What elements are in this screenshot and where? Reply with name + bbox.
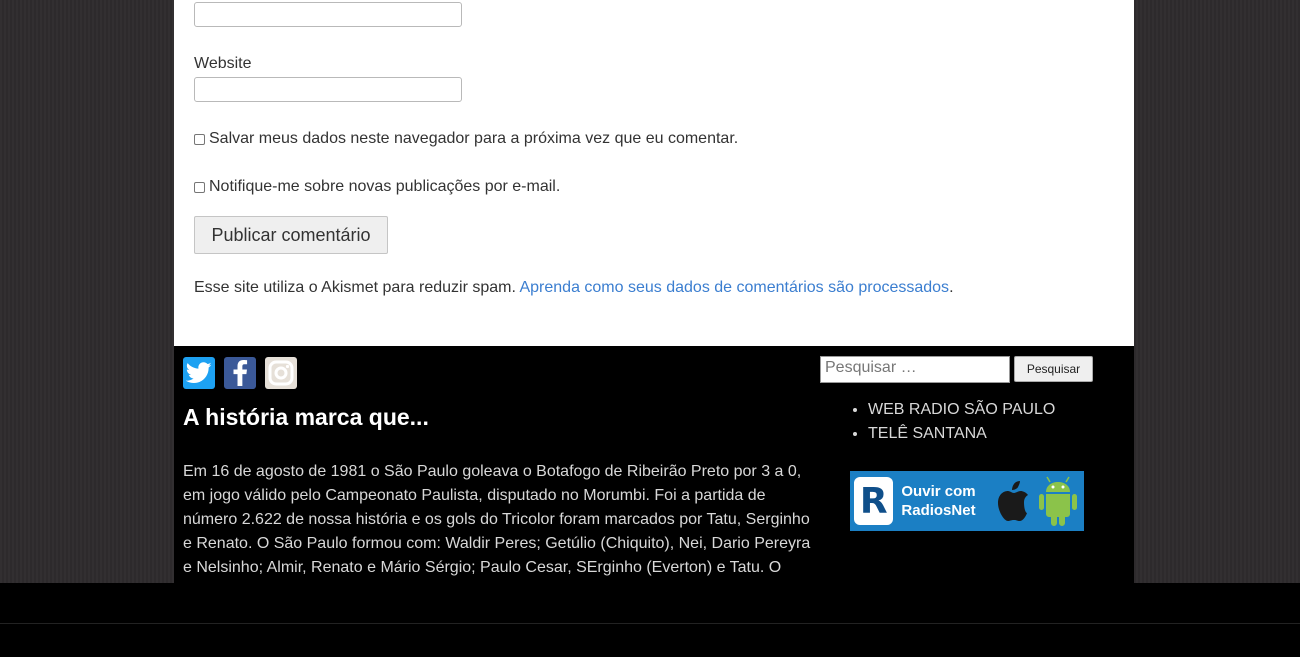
history-widget-title: A história marca que... — [183, 404, 429, 430]
save-data-label: Salvar meus dados neste navegador para a… — [209, 130, 739, 147]
notify-option[interactable]: Notifique-me sobre novas publicações por… — [194, 178, 560, 196]
radiosnet-line2: RadiosNet — [901, 502, 976, 519]
search-input[interactable]: Pesquisar … — [820, 356, 1010, 383]
history-widget-text: Em 16 de agosto de 1981 o São Paulo gole… — [183, 463, 811, 576]
radiosnet-logo: R — [854, 477, 894, 525]
notify-checkbox[interactable] — [194, 181, 205, 193]
bottom-divider — [0, 623, 1300, 624]
app-store-icons — [992, 476, 1080, 526]
akismet-period: . — [949, 279, 954, 296]
website-field[interactable] — [194, 77, 462, 102]
website-label: Website — [194, 55, 252, 72]
social-links — [183, 357, 297, 389]
site-footer: A história marca que... Em 16 de agosto … — [174, 346, 1134, 583]
footer-links: WEB RADIO SÃO PAULO TELÊ SANTANA — [850, 398, 1055, 446]
akismet-text: Esse site utiliza o Akismet para reduzir… — [194, 279, 516, 296]
twitter-icon[interactable] — [183, 357, 215, 389]
android-icon — [1039, 476, 1077, 526]
link-web-radio[interactable]: WEB RADIO SÃO PAULO — [868, 398, 1055, 422]
comment-form-card: Website Salvar meus dados neste navegado… — [174, 0, 1134, 346]
akismet-notice: Esse site utiliza o Akismet para reduzir… — [194, 279, 954, 297]
radiosnet-badge[interactable]: R Ouvir com RadiosNet — [850, 471, 1084, 531]
instagram-icon[interactable] — [265, 357, 297, 389]
radiosnet-text: Ouvir com RadiosNet — [901, 482, 992, 520]
email-field[interactable] — [194, 2, 462, 27]
apple-icon — [998, 481, 1028, 521]
save-data-option[interactable]: Salvar meus dados neste navegador para a… — [194, 130, 738, 148]
akismet-privacy-link[interactable]: Aprenda como seus dados de comentários s… — [519, 279, 949, 296]
radiosnet-line1: Ouvir com — [901, 483, 976, 500]
bottom-bar — [0, 583, 1300, 657]
submit-comment-button[interactable]: Publicar comentário — [194, 216, 388, 254]
facebook-icon[interactable] — [224, 357, 256, 389]
notify-label: Notifique-me sobre novas publicações por… — [209, 178, 561, 195]
save-data-checkbox[interactable] — [194, 133, 205, 145]
search-button[interactable]: Pesquisar — [1014, 356, 1093, 382]
link-tele-santana[interactable]: TELÊ SANTANA — [868, 422, 1055, 446]
